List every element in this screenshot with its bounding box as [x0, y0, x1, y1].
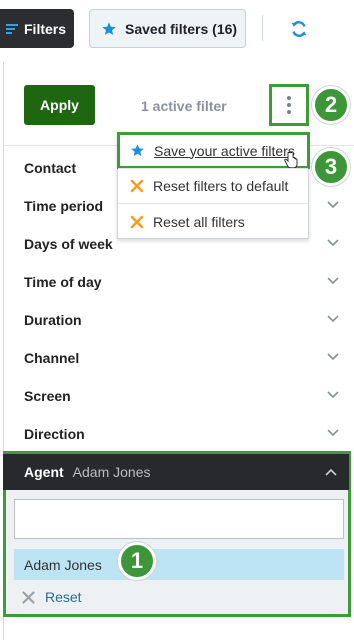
menu-item-label: Reset filters to default — [153, 178, 289, 194]
chevron-down-icon[interactable] — [327, 277, 339, 285]
filter-lines-icon — [6, 23, 18, 34]
more-options-menu: Save your active filters Reset filters t… — [117, 132, 310, 240]
chevron-down-icon[interactable] — [327, 239, 339, 247]
hand-cursor-icon — [284, 151, 298, 169]
filter-row-channel[interactable]: Channel — [24, 350, 79, 366]
filters-button[interactable]: Filters — [0, 9, 74, 48]
agent-search-input[interactable] — [14, 499, 344, 539]
toolbar-divider — [262, 15, 263, 41]
menu-item-label: Reset all filters — [153, 214, 245, 230]
active-filter-count: 1 active filter — [141, 98, 227, 114]
agent-filter-header[interactable]: Agent Adam Jones — [3, 454, 349, 490]
agent-reset-link[interactable]: Reset — [22, 589, 82, 605]
star-icon — [101, 21, 117, 37]
filter-row-time-of-day[interactable]: Time of day — [24, 274, 102, 290]
menu-item-label: Save your active filters — [154, 142, 295, 159]
callout-badge-1: 1 — [118, 542, 156, 580]
chevron-down-icon[interactable] — [327, 201, 339, 209]
saved-filters-label: Saved filters (16) — [125, 20, 238, 37]
filter-row-days-of-week[interactable]: Days of week — [24, 236, 113, 252]
star-icon — [130, 143, 145, 158]
menu-item-reset-to-default[interactable]: Reset filters to default — [118, 168, 308, 204]
agent-option-adam-jones[interactable]: Adam Jones — [14, 549, 344, 580]
agent-filter-label: Agent — [24, 464, 64, 480]
x-icon — [22, 590, 35, 604]
filter-row-direction[interactable]: Direction — [24, 426, 85, 442]
apply-button[interactable]: Apply — [24, 85, 95, 125]
x-icon — [130, 179, 144, 193]
agent-filter-value: Adam Jones — [72, 464, 151, 480]
filter-row-contact[interactable]: Contact — [24, 160, 76, 176]
callout-badge-3: 3 — [312, 148, 350, 186]
chevron-down-icon[interactable] — [327, 429, 339, 437]
filter-row-duration[interactable]: Duration — [24, 312, 82, 328]
saved-filters-button[interactable]: Saved filters (16) — [89, 9, 246, 48]
menu-item-save-active-filters[interactable]: Save your active filters — [117, 132, 310, 169]
chevron-up-icon — [325, 468, 337, 476]
menu-item-reset-all[interactable]: Reset all filters — [118, 204, 308, 240]
x-icon — [130, 215, 144, 229]
callout-badge-2: 2 — [312, 86, 350, 124]
filter-row-screen[interactable]: Screen — [24, 388, 71, 404]
vertical-ellipsis-icon — [287, 96, 291, 114]
filters-button-label: Filters — [24, 20, 67, 37]
more-options-button[interactable] — [269, 84, 309, 126]
chevron-down-icon[interactable] — [327, 315, 339, 323]
chevron-down-icon[interactable] — [327, 391, 339, 399]
chevron-down-icon[interactable] — [327, 353, 339, 361]
refresh-icon[interactable] — [289, 19, 309, 39]
filter-row-time-period[interactable]: Time period — [24, 198, 103, 214]
reset-label: Reset — [45, 589, 82, 605]
